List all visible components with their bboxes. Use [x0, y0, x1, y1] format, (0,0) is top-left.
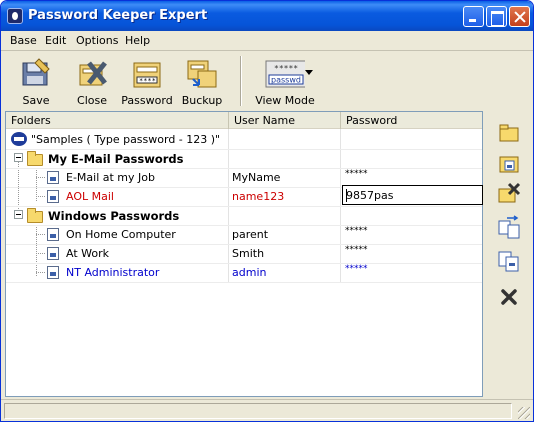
svg-text:****: ****	[139, 77, 156, 85]
status-bar	[1, 399, 533, 421]
password-edit-value: 9857pas	[346, 189, 394, 202]
tree-root-label: "Samples ( Type password - 123 )"	[31, 133, 221, 146]
backup-button[interactable]: Buckup	[179, 54, 225, 108]
tree-entry-row[interactable]: At Work Smith *****	[6, 244, 482, 263]
backup-label: Buckup	[181, 94, 223, 107]
entry-name: E-Mail at my Job	[66, 171, 155, 184]
tree-group-row[interactable]: Windows Passwords	[6, 206, 482, 225]
toolbar-separator	[240, 56, 242, 106]
column-password[interactable]: Password	[341, 112, 482, 129]
status-panel	[4, 403, 512, 419]
view-mode-icon: ***** passwd	[265, 60, 305, 88]
folder-icon	[27, 151, 43, 166]
new-folder-icon[interactable]	[497, 121, 521, 145]
entry-name: At Work	[66, 247, 109, 260]
password-button[interactable]: **** Password	[121, 54, 173, 108]
menu-base[interactable]: Base	[10, 34, 37, 47]
menu-help[interactable]: Help	[125, 34, 150, 47]
close-button[interactable]: Close	[69, 54, 115, 108]
group-label: My E-Mail Passwords	[48, 152, 184, 166]
column-folders-label: Folders	[11, 114, 51, 127]
app-icon[interactable]	[7, 8, 23, 24]
menu-edit[interactable]: Edit	[45, 34, 66, 47]
column-folders[interactable]: Folders	[6, 112, 229, 129]
side-toolbar	[487, 111, 531, 397]
view-mode-dropdown-icon[interactable]	[305, 70, 313, 76]
entry-name: On Home Computer	[66, 228, 176, 241]
menu-bar: Base Edit Options Help	[1, 31, 533, 51]
entry-user: MyName	[232, 171, 281, 184]
tree-entry-row[interactable]: On Home Computer parent *****	[6, 225, 482, 244]
new-entry-icon[interactable]	[497, 151, 521, 175]
password-icon: ****	[133, 62, 161, 88]
backup-icon	[187, 60, 217, 88]
minimize-button[interactable]	[463, 6, 484, 27]
toolbar: Save Close **** Password Buckup ***** pa…	[1, 52, 533, 109]
entry-password: *****	[345, 264, 368, 274]
save-label: Save	[22, 94, 50, 107]
save-icon	[22, 58, 50, 86]
menu-options[interactable]: Options	[76, 34, 118, 47]
entry-name: NT Administrator	[66, 266, 160, 279]
password-edit-field[interactable]: 9857pas	[342, 185, 483, 205]
close-label: Close	[77, 94, 107, 107]
entry-password: *****	[345, 245, 368, 255]
app-window: Password Keeper Expert Base Edit Options…	[0, 0, 534, 422]
close-database-icon	[79, 61, 107, 86]
text-caret	[346, 189, 347, 202]
entry-icon	[47, 171, 59, 184]
entry-user: Smith	[232, 247, 265, 260]
view-mode-preview-top: *****	[274, 64, 298, 73]
entry-user: admin	[232, 266, 267, 279]
row-divider	[6, 282, 482, 283]
entry-user: parent	[232, 228, 269, 241]
view-mode-preview-bottom: passwd	[271, 76, 301, 85]
tree-group-row[interactable]: My E-Mail Passwords	[6, 149, 482, 168]
collapse-toggle[interactable]	[14, 210, 23, 219]
view-mode-label: View Mode	[255, 94, 315, 107]
view-mode-button[interactable]: ***** passwd View Mode	[253, 54, 317, 108]
entry-user: name123	[232, 190, 285, 203]
group-label: Windows Passwords	[48, 209, 180, 223]
maximize-button[interactable]	[486, 6, 507, 27]
edit-tools-icon[interactable]	[497, 181, 521, 205]
move-entry-icon[interactable]	[497, 215, 521, 239]
entry-icon	[47, 228, 59, 241]
entry-icon	[47, 190, 59, 203]
entry-icon	[47, 266, 59, 279]
resize-grip[interactable]	[518, 407, 530, 419]
title-bar[interactable]: Password Keeper Expert	[1, 1, 533, 31]
entry-password: *****	[345, 226, 368, 236]
collapse-toggle[interactable]	[14, 153, 23, 162]
password-list[interactable]: Folders User Name Password "Samples ( Ty…	[5, 111, 483, 397]
save-button[interactable]: Save	[13, 54, 59, 108]
tree-entry-row[interactable]: NT Administrator admin *****	[6, 263, 482, 282]
entry-password: *****	[345, 169, 368, 179]
column-user-name[interactable]: User Name	[229, 112, 341, 129]
delete-icon[interactable]	[497, 285, 521, 309]
close-window-button[interactable]	[509, 6, 530, 27]
column-password-label: Password	[346, 114, 398, 127]
folder-icon	[27, 208, 43, 223]
tree-root-row[interactable]: "Samples ( Type password - 123 )"	[6, 130, 482, 149]
entry-name: AOL Mail	[66, 190, 114, 203]
column-user-name-label: User Name	[234, 114, 296, 127]
database-icon	[11, 132, 27, 146]
window-title: Password Keeper Expert	[28, 8, 208, 23]
list-header: Folders User Name Password	[6, 112, 482, 129]
copy-entry-icon[interactable]	[497, 249, 521, 273]
password-label: Password	[121, 94, 173, 107]
entry-icon	[47, 247, 59, 260]
